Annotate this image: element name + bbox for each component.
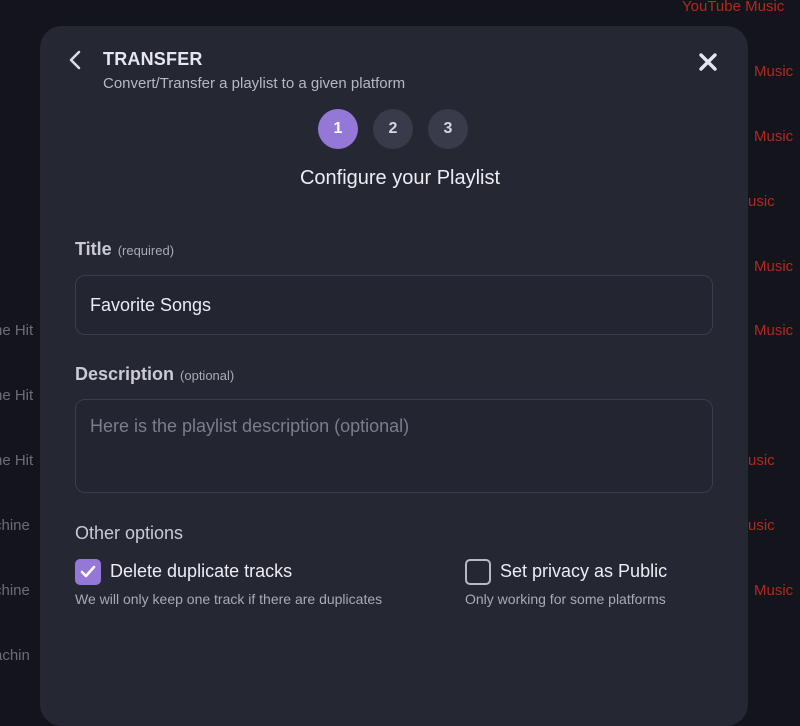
step-number: 2 — [388, 120, 398, 137]
background-platform-name: usic — [748, 517, 775, 534]
background-platform-name: usic — [748, 193, 775, 210]
public-privacy-note: Only working for some platforms — [465, 591, 666, 607]
description-field-label: Description (optional) — [75, 364, 234, 385]
background-playlist-name: chine — [0, 517, 30, 534]
background-platform-name: YouTube Music — [682, 0, 785, 15]
background-playlist-name: ne Hit — [0, 322, 34, 339]
other-options-heading: Other options — [75, 523, 184, 543]
modal-title: TRANSFER — [103, 49, 203, 69]
step-number: 1 — [333, 120, 343, 137]
delete-duplicates-label[interactable]: Delete duplicate tracks — [110, 561, 292, 582]
title-label-text: Title — [75, 239, 112, 259]
background-platform-name: Music — [754, 258, 794, 275]
public-privacy-checkbox[interactable] — [465, 559, 491, 585]
back-button[interactable] — [63, 48, 87, 72]
description-input[interactable] — [75, 399, 713, 493]
step-1-indicator[interactable]: 1 — [318, 109, 358, 149]
background-playlist-name: ne Hit — [0, 387, 34, 404]
title-input[interactable] — [75, 275, 713, 335]
background-platform-name: Music — [754, 322, 794, 339]
close-icon — [699, 53, 717, 71]
title-field-label: Title (required) — [75, 239, 174, 260]
modal-subtitle: Convert/Transfer a playlist to a given p… — [103, 75, 406, 92]
description-label-text: Description — [75, 364, 175, 384]
close-button[interactable] — [694, 48, 722, 76]
background-platform-name: Music — [754, 63, 794, 80]
step-3-indicator[interactable]: 3 — [428, 109, 468, 149]
section-title: Configure your Playlist — [299, 167, 501, 189]
chevron-left-icon — [69, 50, 81, 70]
delete-duplicates-checkbox[interactable] — [75, 559, 101, 585]
public-privacy-label[interactable]: Set privacy as Public — [500, 561, 667, 582]
background-platform-name: Music — [754, 128, 794, 145]
checkmark-icon — [80, 565, 96, 578]
background-platform-name: Music — [754, 582, 794, 599]
background-playlist-name: achin — [0, 647, 30, 664]
delete-duplicates-note: We will only keep one track if there are… — [75, 591, 383, 607]
step-2-indicator[interactable]: 2 — [373, 109, 413, 149]
step-number: 3 — [443, 120, 453, 137]
required-hint: (required) — [117, 243, 175, 258]
background-playlist-name: chine — [0, 582, 30, 599]
optional-hint: (optional) — [180, 368, 235, 383]
background-platform-name: usic — [748, 452, 775, 469]
background-playlist-name: ne Hit — [0, 452, 34, 469]
